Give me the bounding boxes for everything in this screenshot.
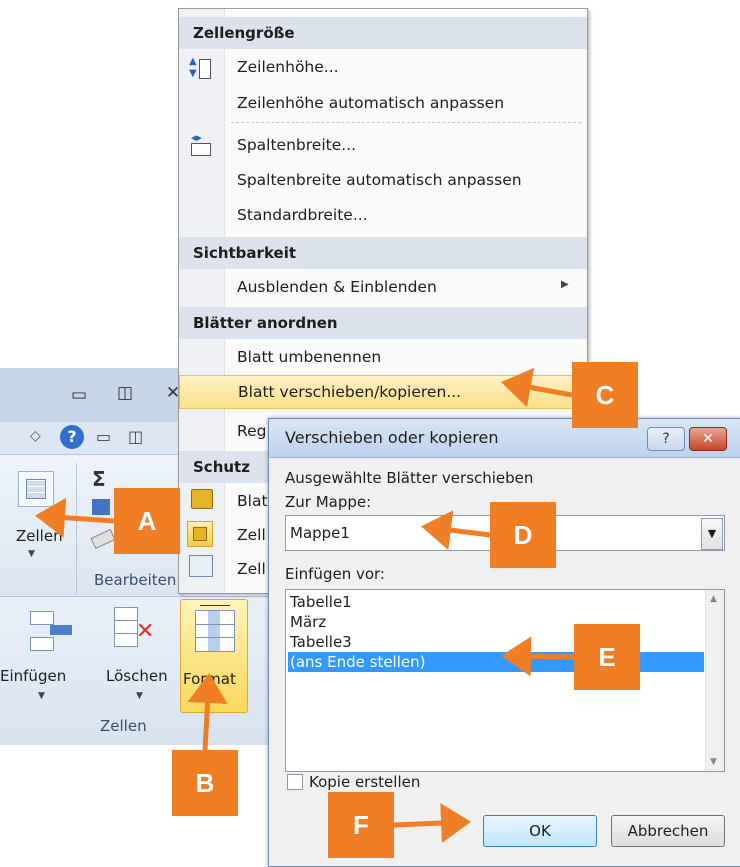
arrow-c — [501, 367, 573, 408]
arrow-a — [35, 497, 115, 538]
arrow-e — [501, 636, 575, 677]
arrow-d — [421, 510, 491, 550]
arrow-b — [187, 673, 228, 751]
arrow-f — [393, 803, 471, 844]
callout-arrows — [35, 367, 575, 844]
